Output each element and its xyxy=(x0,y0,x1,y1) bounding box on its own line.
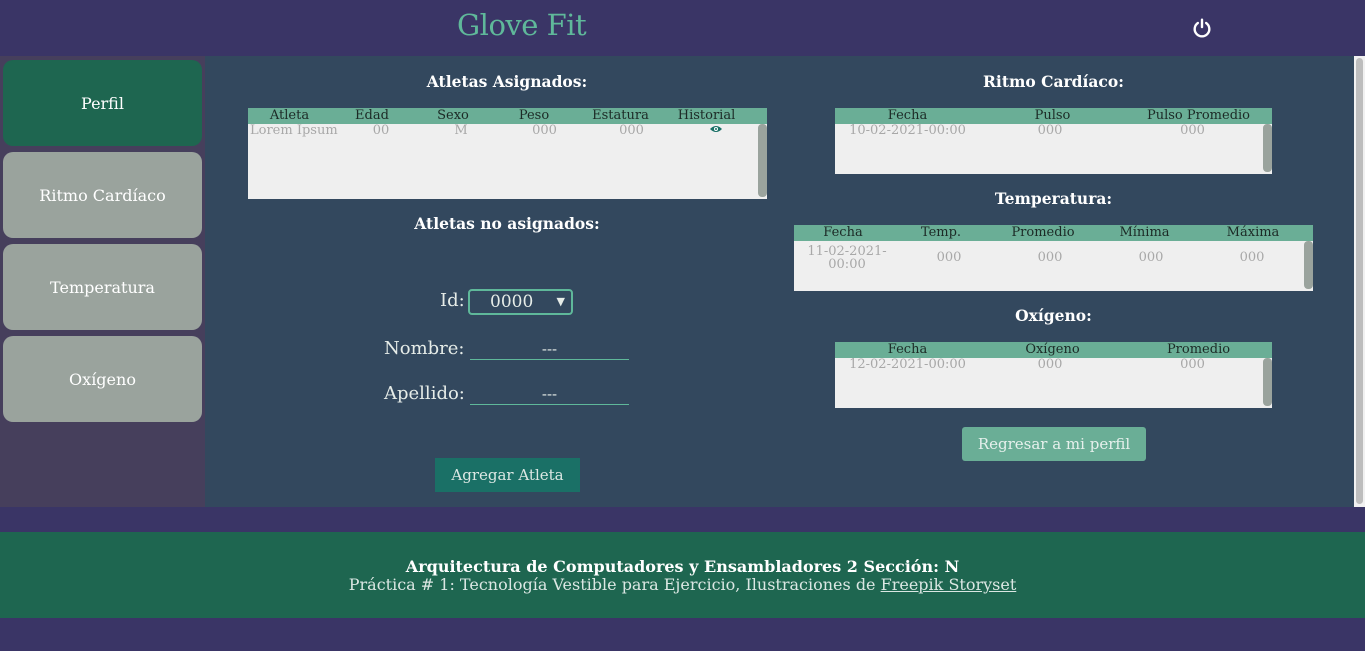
footer-spacer xyxy=(0,507,1365,532)
apellido-field[interactable]: --- xyxy=(470,385,629,405)
table-header: Atleta Edad Sexo Peso Estatura Historial xyxy=(248,108,767,124)
id-select-value: 0000 xyxy=(490,292,534,312)
column-header: Fecha xyxy=(823,225,863,240)
freepik-storyset-link[interactable]: Freepik Storyset xyxy=(881,575,1017,594)
apellido-label: Apellido: xyxy=(384,383,465,404)
footer-credits-text: Práctica # 1: Tecnología Vestible para E… xyxy=(348,575,881,594)
column-header: Historial xyxy=(677,108,736,123)
cell-maxima: 000 xyxy=(1239,250,1265,265)
sidebar: Perfil Ritmo Cardíaco Temperatura Oxígen… xyxy=(0,56,205,507)
cell-peso: 000 xyxy=(532,123,557,138)
cell-historial xyxy=(675,124,756,137)
table-header: Fecha Temp. Promedio Mínima Máxima xyxy=(794,225,1313,241)
column-header: Fecha xyxy=(887,342,928,357)
heart-rate-title: Ritmo Cardíaco: xyxy=(983,72,1124,91)
id-label: Id: xyxy=(440,290,465,311)
cell-minima: 000 xyxy=(1138,250,1164,265)
table-row: 11-02-2021-00:00 000 000 000 000 xyxy=(794,241,1313,274)
column-header: Estatura xyxy=(592,108,649,123)
cell-sexo: M xyxy=(454,123,468,138)
footer-course: Arquitectura de Computadores y Ensamblad… xyxy=(405,557,960,576)
sidebar-item-temperatura[interactable]: Temperatura xyxy=(3,244,202,330)
cell-atleta: Lorem Ipsum xyxy=(250,123,338,138)
page-scrollbar-thumb[interactable] xyxy=(1356,58,1363,504)
column-header: Mínima xyxy=(1119,225,1170,240)
column-header: Pulso Promedio xyxy=(1146,108,1251,123)
id-select[interactable]: 0000 ▼ xyxy=(468,289,573,315)
top-bar: Glove Fit xyxy=(0,0,1365,56)
app-title: Glove Fit xyxy=(457,8,587,42)
column-header: Temp. xyxy=(920,225,962,240)
chevron-down-icon: ▼ xyxy=(556,295,565,308)
cell-fecha: 11-02-2021-00:00 xyxy=(807,243,887,272)
temperature-title: Temperatura: xyxy=(994,189,1113,208)
table-row: 12-02-2021-00:00 000 000 xyxy=(835,358,1272,371)
assigned-athletes-title: Atletas Asignados: xyxy=(426,72,588,91)
nombre-label: Nombre: xyxy=(384,338,465,359)
oxygen-title: Oxígeno: xyxy=(1015,306,1092,325)
sidebar-item-label: Ritmo Cardíaco xyxy=(39,185,166,205)
eye-icon[interactable] xyxy=(709,124,723,134)
footer: Arquitectura de Computadores y Ensamblad… xyxy=(0,532,1365,618)
temperature-table: Fecha Temp. Promedio Mínima Máxima 11-02… xyxy=(794,225,1313,291)
cell-promedio: 000 xyxy=(1180,357,1205,372)
cell-fecha: 12-02-2021-00:00 xyxy=(849,357,966,372)
sidebar-item-oxigeno[interactable]: Oxígeno xyxy=(3,336,202,422)
heart-rate-table: Fecha Pulso Pulso Promedio 10-02-2021-00… xyxy=(835,108,1272,174)
table-row: 10-02-2021-00:00 000 000 xyxy=(835,124,1272,137)
table-scrollbar[interactable] xyxy=(1263,124,1272,172)
add-athlete-button[interactable]: Agregar Atleta xyxy=(435,458,580,492)
unassigned-athletes-title: Atletas no asignados: xyxy=(414,214,600,233)
column-header: Fecha xyxy=(887,108,928,123)
table-scrollbar[interactable] xyxy=(1263,358,1272,406)
sidebar-item-label: Oxígeno xyxy=(69,369,136,389)
cell-estatura: 000 xyxy=(619,123,644,138)
column-header: Promedio xyxy=(1011,225,1075,240)
column-header: Peso xyxy=(518,108,550,123)
column-header: Edad xyxy=(355,108,389,123)
cell-fecha: 10-02-2021-00:00 xyxy=(849,123,966,138)
column-header: Oxígeno xyxy=(1025,342,1080,357)
column-header: Sexo xyxy=(437,108,469,123)
nombre-field[interactable]: --- xyxy=(470,340,629,360)
cell-temp: 000 xyxy=(936,250,962,265)
column-header: Pulso xyxy=(1034,108,1071,123)
assigned-athletes-table: Atleta Edad Sexo Peso Estatura Historial… xyxy=(248,108,767,199)
column-header: Promedio xyxy=(1166,342,1231,357)
sidebar-item-perfil[interactable]: Perfil xyxy=(3,60,202,146)
table-header: Fecha Oxígeno Promedio xyxy=(835,342,1272,358)
cell-oxigeno: 000 xyxy=(1037,357,1063,372)
page-scrollbar[interactable] xyxy=(1354,56,1365,507)
column-header: Máxima xyxy=(1226,225,1280,240)
sidebar-item-label: Perfil xyxy=(81,93,124,113)
column-header: Atleta xyxy=(269,108,310,123)
oxygen-table: Fecha Oxígeno Promedio 12-02-2021-00:00 … xyxy=(835,342,1272,408)
table-scrollbar[interactable] xyxy=(758,124,767,197)
footer-credits: Práctica # 1: Tecnología Vestible para E… xyxy=(0,575,1365,594)
cell-pulso-promedio: 000 xyxy=(1180,123,1205,138)
table-header: Fecha Pulso Pulso Promedio xyxy=(835,108,1272,124)
power-icon[interactable] xyxy=(1191,17,1213,39)
back-to-profile-button[interactable]: Regresar a mi perfil xyxy=(962,427,1146,461)
cell-pulso: 000 xyxy=(1037,123,1063,138)
sidebar-item-label: Temperatura xyxy=(50,277,155,297)
cell-edad: 00 xyxy=(372,123,390,138)
cell-promedio: 000 xyxy=(1037,250,1063,265)
table-scrollbar[interactable] xyxy=(1304,241,1313,289)
table-row: Lorem Ipsum 00 M 000 000 xyxy=(248,124,767,137)
sidebar-item-ritmo-cardiaco[interactable]: Ritmo Cardíaco xyxy=(3,152,202,238)
